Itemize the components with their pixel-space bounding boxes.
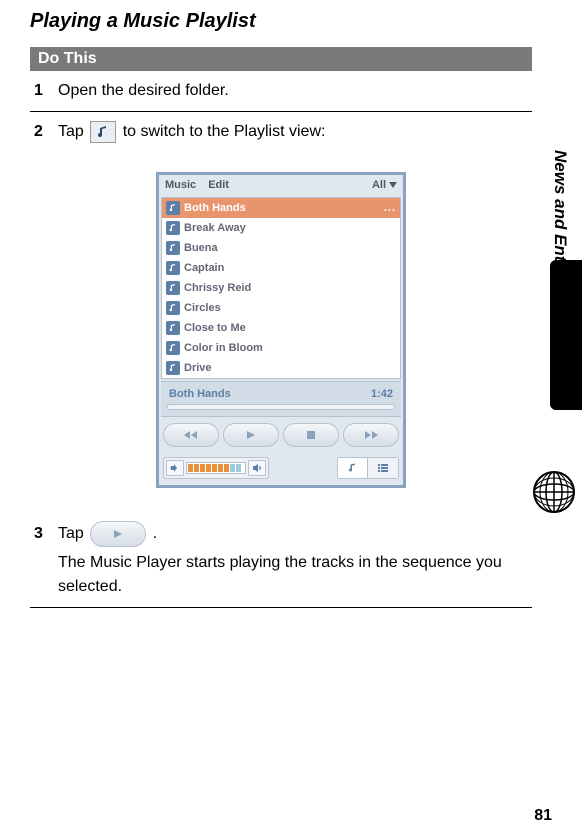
- step-1: 1 Open the desired folder.: [30, 71, 532, 112]
- track-icon: [166, 221, 180, 235]
- track-item[interactable]: Captain: [162, 258, 400, 278]
- track-name: Chrissy Reid: [184, 282, 251, 294]
- track-name: Break Away: [184, 222, 246, 234]
- volume-meter: [186, 462, 246, 474]
- filter-all-label: All: [372, 179, 386, 191]
- track-item[interactable]: Circles: [162, 298, 400, 318]
- track-name: Buena: [184, 242, 218, 254]
- chevron-down-icon: [389, 182, 397, 188]
- volume-up-button[interactable]: [248, 460, 266, 476]
- track-icon: [166, 201, 180, 215]
- track-icon: [166, 321, 180, 335]
- play-button[interactable]: [223, 423, 279, 447]
- track-item[interactable]: Color in Bloom: [162, 338, 400, 358]
- filter-all[interactable]: All: [372, 179, 397, 191]
- menu-edit[interactable]: Edit: [208, 179, 229, 191]
- track-icon: [166, 341, 180, 355]
- step-2-pre: Tap: [58, 123, 88, 140]
- step-text: Tap .: [58, 521, 528, 547]
- step-num: 3: [34, 525, 58, 543]
- track-item[interactable]: Drive: [162, 358, 400, 378]
- do-this-header: Do This: [30, 47, 532, 71]
- device-screenshot: Music Edit All Both Hands ... Break Away…: [156, 172, 406, 488]
- track-name: Circles: [184, 302, 221, 314]
- page-number: 81: [534, 807, 552, 825]
- track-name: Color in Bloom: [184, 342, 263, 354]
- progress-bar[interactable]: [167, 404, 395, 410]
- track-icon: [166, 261, 180, 275]
- step-3: 3 Tap .: [30, 513, 532, 549]
- step-num: 2: [34, 123, 58, 141]
- track-item[interactable]: Buena: [162, 238, 400, 258]
- track-icon: [166, 301, 180, 315]
- track-item[interactable]: Chrissy Reid: [162, 278, 400, 298]
- track-icon: [166, 241, 180, 255]
- device-menubar: Music Edit All: [159, 175, 403, 197]
- play-button-icon: [90, 521, 146, 547]
- transport-controls: [159, 417, 403, 453]
- forward-button[interactable]: [343, 423, 399, 447]
- step-3-desc: The Music Player starts playing the trac…: [58, 551, 528, 599]
- volume-down-button[interactable]: [166, 460, 184, 476]
- step-2: 2 Tap to switch to the Playlist view:: [30, 112, 532, 152]
- track-more: ...: [384, 202, 396, 214]
- track-name: Both Hands: [184, 202, 246, 214]
- track-name: Captain: [184, 262, 224, 274]
- globe-icon: [532, 470, 576, 514]
- view-list-button[interactable]: [368, 458, 398, 478]
- track-item[interactable]: Close to Me: [162, 318, 400, 338]
- track-name: Close to Me: [184, 322, 246, 334]
- thumb-tab: [550, 260, 582, 410]
- view-toggle: [337, 457, 399, 479]
- track-item[interactable]: Both Hands ...: [162, 198, 400, 218]
- music-note-icon: [90, 121, 116, 143]
- np-time: 1:42: [371, 388, 393, 400]
- page-title: Playing a Music Playlist: [30, 10, 532, 33]
- bottom-bar: [159, 453, 403, 485]
- track-list: Both Hands ... Break Away Buena Captain …: [161, 197, 401, 379]
- step-2-post: to switch to the Playlist view:: [123, 123, 326, 140]
- step-3-desc-row: The Music Player starts playing the trac…: [30, 549, 532, 608]
- np-title: Both Hands: [169, 388, 231, 400]
- rewind-button[interactable]: [163, 423, 219, 447]
- step-text: Open the desired folder.: [58, 79, 528, 103]
- step-3-post: .: [153, 525, 157, 542]
- now-playing: Both Hands 1:42: [161, 381, 401, 417]
- step-text: Tap to switch to the Playlist view:: [58, 120, 528, 144]
- stop-button[interactable]: [283, 423, 339, 447]
- step-num: 1: [34, 82, 58, 100]
- step-3-pre: Tap: [58, 525, 88, 542]
- view-playlist-button[interactable]: [338, 458, 368, 478]
- menu-music[interactable]: Music: [165, 179, 196, 191]
- track-icon: [166, 281, 180, 295]
- track-name: Drive: [184, 362, 212, 374]
- volume-control: [163, 457, 269, 479]
- track-item[interactable]: Break Away: [162, 218, 400, 238]
- track-icon: [166, 361, 180, 375]
